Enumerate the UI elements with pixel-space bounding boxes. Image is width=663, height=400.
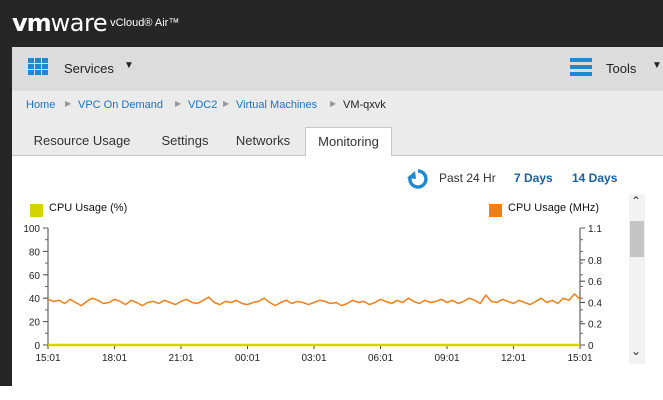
x-tick-label: 03:01 — [301, 353, 326, 364]
x-tick-label: 21:01 — [168, 353, 193, 364]
services-caret-icon[interactable]: ▼ — [124, 60, 134, 71]
y-right-tick-label: 0.6 — [588, 277, 602, 288]
breadcrumb-virtual-machines[interactable]: Virtual Machines — [236, 99, 317, 111]
scrollbar-thumb[interactable] — [630, 221, 644, 257]
legend-label-cpu-percent: CPU Usage (%) — [49, 202, 128, 214]
y-left-tick-label: 60 — [29, 271, 41, 282]
x-tick-label: 15:01 — [35, 353, 60, 364]
legend-label-cpu-mhz: CPU Usage (MHz) — [508, 202, 600, 214]
range-past-24hr[interactable]: Past 24 Hr — [439, 171, 496, 185]
y-left-tick-label: 100 — [23, 224, 40, 235]
breadcrumb: Home ▶ VPC On Demand ▶ VDC2 ▶ Virtual Ma… — [12, 91, 663, 119]
y-left-tick-label: 40 — [29, 294, 41, 305]
tab-monitoring[interactable]: Monitoring — [305, 127, 392, 157]
tab-resource-usage[interactable]: Resource Usage — [27, 127, 137, 155]
tools-caret-icon[interactable]: ▼ — [652, 60, 662, 71]
services-grid-icon[interactable] — [28, 58, 48, 75]
vertical-scrollbar[interactable]: ⌃ ⌄ — [629, 194, 645, 364]
y-left-tick-label: 80 — [29, 247, 41, 258]
breadcrumb-separator-icon: ▶ — [223, 99, 230, 108]
refresh-icon[interactable] — [407, 168, 429, 190]
x-tick-label: 09:01 — [434, 353, 459, 364]
breadcrumb-separator-icon: ▶ — [175, 99, 182, 108]
monitoring-panel: Past 24 Hr 7 Days 14 Days CPU Usage (%) … — [12, 156, 663, 386]
left-edge — [0, 47, 12, 400]
y-right-tick-label: 0.4 — [588, 298, 602, 309]
tab-bar: Resource Usage Settings Networks Monitor… — [12, 119, 663, 157]
scroll-down-chevron-icon[interactable]: ⌄ — [631, 344, 641, 358]
scroll-up-chevron-icon[interactable]: ⌃ — [631, 194, 641, 208]
series-line-cpu-mhz — [47, 293, 581, 307]
bottom-edge — [0, 386, 663, 400]
y-right-tick-label: 1.1 — [588, 224, 602, 235]
x-tick-label: 06:01 — [368, 353, 393, 364]
x-tick-label: 12:01 — [501, 353, 526, 364]
breadcrumb-separator-icon: ▶ — [65, 99, 72, 108]
tab-settings[interactable]: Settings — [152, 127, 218, 155]
breadcrumb-home[interactable]: Home — [26, 99, 55, 111]
y-right-tick-label: 0.8 — [588, 256, 602, 267]
x-tick-label: 00:01 — [235, 353, 260, 364]
tools-menu-button[interactable]: Tools — [606, 61, 636, 76]
y-left-tick-label: 20 — [29, 318, 41, 329]
vmware-logo: vmware vCloud® Air™ — [12, 9, 180, 37]
app-header: vmware vCloud® Air™ — [0, 0, 663, 47]
breadcrumb-vdc[interactable]: VDC2 — [188, 99, 217, 111]
breadcrumb-separator-icon: ▶ — [330, 99, 337, 108]
x-tick-label: 18:01 — [102, 353, 127, 364]
breadcrumb-current-vm: VM-qxvk — [343, 99, 386, 111]
y-left-tick-label: 0 — [34, 341, 40, 352]
services-menu-button[interactable]: Services — [64, 61, 114, 76]
x-tick-label: 15:01 — [567, 353, 592, 364]
cpu-usage-chart: 1008060402001.10.80.60.40.2015:01 18:01 21… — [23, 224, 602, 364]
menu-bar: Services ▼ Tools ▼ — [12, 47, 663, 91]
breadcrumb-vpc[interactable]: VPC On Demand — [78, 99, 163, 111]
tools-menu-icon[interactable] — [570, 58, 592, 76]
tab-networks[interactable]: Networks — [227, 127, 299, 155]
y-right-tick-label: 0.2 — [588, 320, 602, 331]
range-7-days-link[interactable]: 7 Days — [514, 171, 553, 185]
product-name: vCloud® Air™ — [110, 17, 180, 29]
range-14-days-link[interactable]: 14 Days — [572, 171, 617, 185]
y-right-tick-label: 0 — [588, 341, 594, 352]
